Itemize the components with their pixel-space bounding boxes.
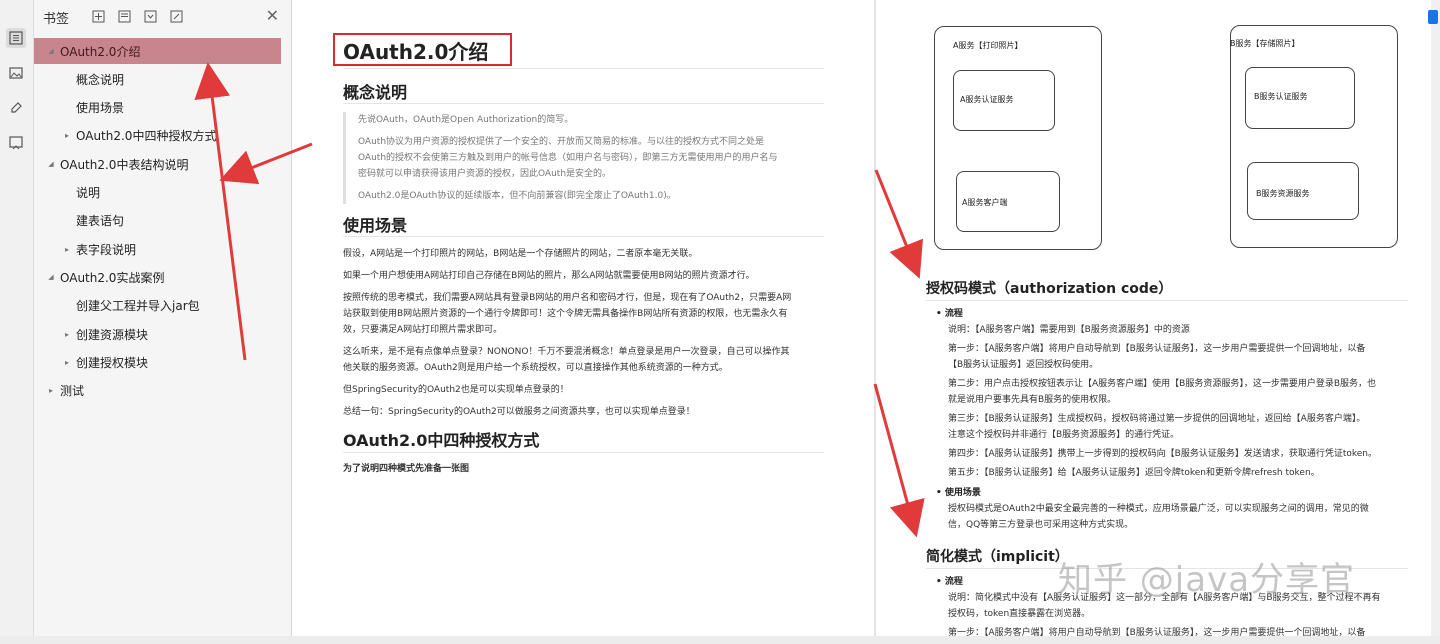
- arrow-left: [219, 142, 313, 185]
- arrow-down-2: [873, 383, 925, 538]
- annotation-arrows: [194, 62, 925, 538]
- status-strip: [0, 636, 1440, 644]
- watermark: 知乎 @java分享官: [1058, 560, 1356, 600]
- arrow-down-1: [874, 169, 923, 279]
- arrow-up: [194, 62, 247, 361]
